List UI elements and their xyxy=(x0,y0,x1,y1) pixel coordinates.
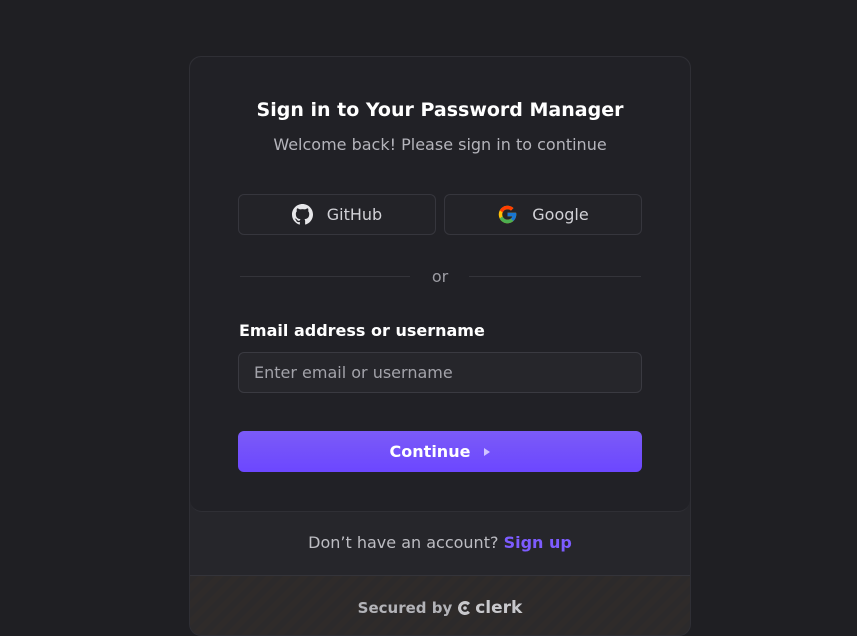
google-icon xyxy=(497,204,518,225)
github-button[interactable]: GitHub xyxy=(238,194,436,235)
continue-button[interactable]: Continue xyxy=(238,431,642,472)
github-icon xyxy=(291,204,313,225)
play-icon xyxy=(484,447,491,456)
secured-by-row: Secured by clerk xyxy=(190,598,690,618)
signup-prompt: Don’t have an account? xyxy=(308,533,499,552)
sign-in-panel: Sign in to Your Password Manager Welcome… xyxy=(190,57,690,512)
clerk-brand-text: clerk xyxy=(475,598,523,618)
signup-link[interactable]: Sign up xyxy=(504,533,572,552)
secured-by-footer: Secured by clerk xyxy=(190,576,690,635)
clerk-icon xyxy=(458,601,471,615)
github-button-label: GitHub xyxy=(326,205,383,224)
divider-right xyxy=(469,276,641,277)
page-title: Sign in to Your Password Manager xyxy=(256,99,624,121)
google-button-label: Google xyxy=(532,205,589,224)
sign-in-card: Sign in to Your Password Manager Welcome… xyxy=(189,56,691,636)
google-button[interactable]: Google xyxy=(444,194,642,235)
page-subtitle: Welcome back! Please sign in to continue xyxy=(273,135,607,154)
continue-button-label: Continue xyxy=(389,442,471,461)
clerk-logo[interactable]: clerk xyxy=(458,598,522,618)
signup-row: Don’t have an account? Sign up xyxy=(190,533,690,552)
email-input[interactable] xyxy=(238,352,642,393)
email-field-label: Email address or username xyxy=(239,321,485,340)
secured-by-text: Secured by xyxy=(357,599,453,617)
